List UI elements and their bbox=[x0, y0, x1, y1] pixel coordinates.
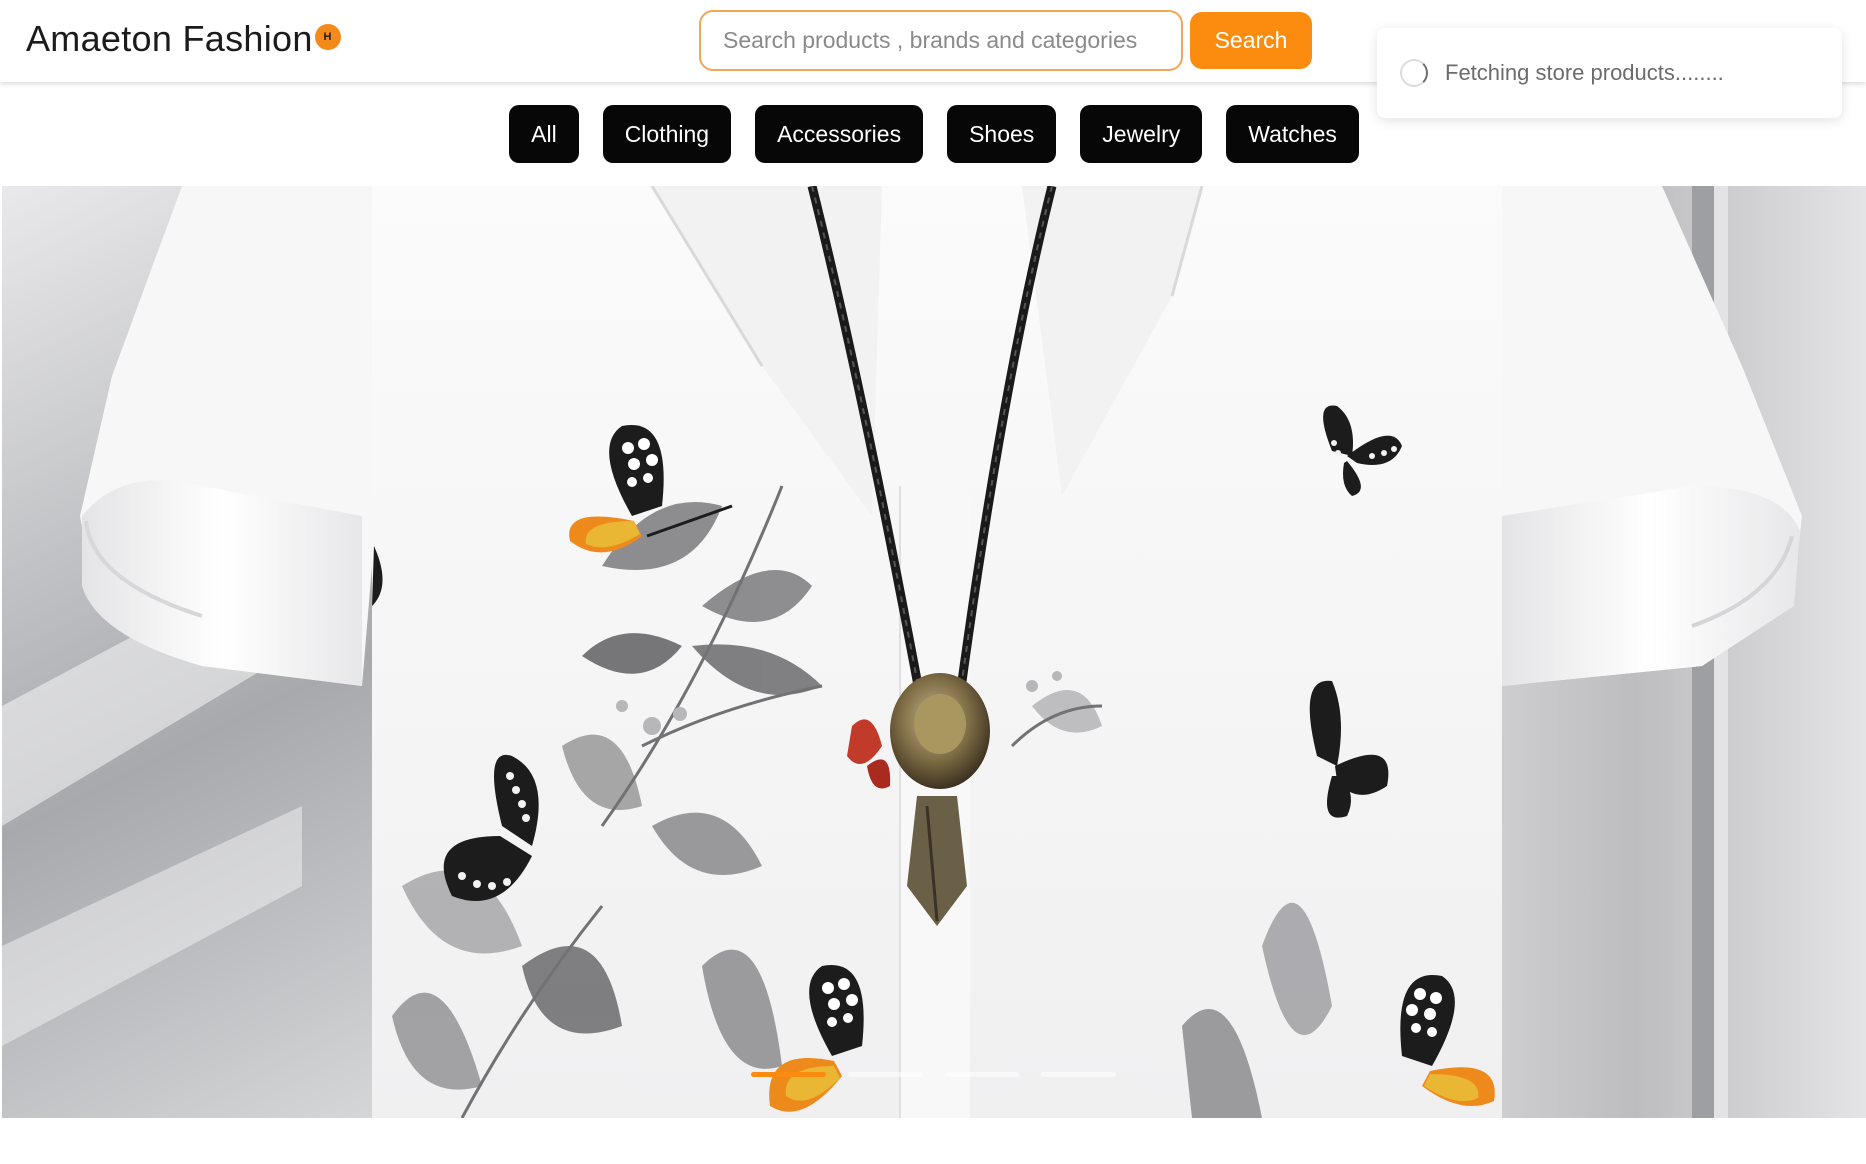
spinner-icon bbox=[1400, 59, 1428, 87]
search-button[interactable]: Search bbox=[1190, 12, 1312, 69]
carousel-dot[interactable] bbox=[944, 1072, 1020, 1077]
store-name: Amaeton Fashion bbox=[26, 18, 313, 59]
carousel-dot[interactable] bbox=[1041, 1072, 1116, 1077]
hero-banner-image bbox=[2, 186, 1866, 1118]
category-watches-button[interactable]: Watches bbox=[1226, 105, 1359, 163]
carousel-indicators bbox=[751, 1072, 1116, 1080]
hero-banner[interactable] bbox=[2, 186, 1866, 1118]
store-logo[interactable]: Amaeton Fashion H bbox=[26, 18, 341, 60]
toast-message: Fetching store products........ bbox=[1445, 60, 1724, 85]
category-clothing-button[interactable]: Clothing bbox=[602, 105, 732, 163]
carousel-dot[interactable] bbox=[751, 1072, 826, 1077]
loading-toast: Fetching store products........ bbox=[1377, 28, 1842, 118]
category-jewelry-button[interactable]: Jewelry bbox=[1080, 105, 1203, 163]
page: Amaeton Fashion H Search Fetching store … bbox=[0, 0, 1866, 1164]
category-accessories-button[interactable]: Accessories bbox=[755, 105, 924, 163]
carousel-dot[interactable] bbox=[847, 1072, 923, 1077]
category-all-button[interactable]: All bbox=[509, 105, 579, 163]
category-shoes-button[interactable]: Shoes bbox=[947, 105, 1057, 163]
search-input[interactable] bbox=[699, 10, 1183, 71]
logo-badge-icon: H bbox=[314, 24, 341, 50]
